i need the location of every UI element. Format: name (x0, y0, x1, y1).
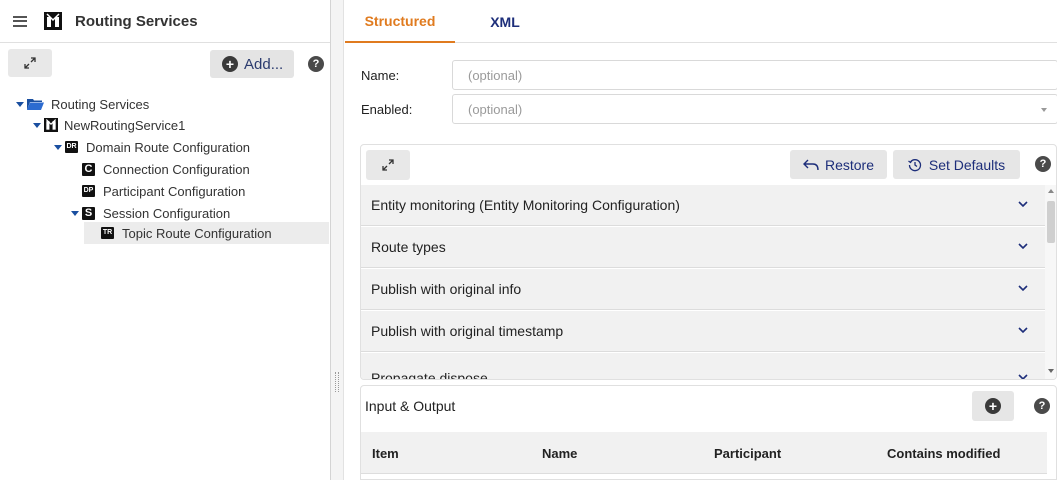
connection-icon: C (82, 162, 95, 176)
name-label: Name: (361, 67, 400, 83)
app-title: Routing Services (75, 12, 198, 30)
undo-icon (802, 159, 819, 170)
routing-service-icon (44, 118, 58, 132)
editor-tabs: Structured XML (345, 0, 1057, 43)
add-input-output-button[interactable]: + (972, 391, 1014, 421)
caret-down-icon[interactable] (33, 122, 41, 128)
chevron-down-icon (1018, 374, 1028, 379)
enabled-label: Enabled: (361, 101, 413, 117)
expand-panel-button[interactable] (8, 49, 52, 77)
chevron-down-icon (1018, 327, 1028, 334)
tree-item-label: Domain Route Configuration (86, 139, 251, 155)
input-output-panel: Input & Output + ? Item Name Participant… (360, 385, 1057, 480)
scrollbar-thumb[interactable] (1047, 201, 1055, 243)
participant-icon: DP (82, 185, 95, 197)
config-toolbar: Restore Set Defaults ? (361, 145, 1056, 185)
section-propagate-dispose[interactable]: Propagate dispose (361, 353, 1047, 380)
chevron-down-icon (1018, 201, 1028, 208)
section-label: Publish with original timestamp (371, 323, 564, 339)
name-row: Name: (optional) (345, 60, 1057, 90)
section-label: Route types (371, 239, 446, 255)
tree-item-routing-services[interactable]: Routing Services (16, 93, 149, 115)
tab-structured[interactable]: Structured (345, 0, 455, 43)
section-entity-monitoring[interactable]: Entity monitoring (Entity Monitoring Con… (361, 185, 1047, 226)
input-output-title: Input & Output (365, 398, 456, 414)
navigation-panel: Routing Services + Add... ? Routing Serv… (0, 0, 331, 480)
help-icon[interactable]: ? (308, 56, 324, 72)
plus-icon: + (222, 56, 238, 72)
scroll-down-icon[interactable] (1048, 369, 1054, 373)
tree-item-session[interactable]: S Session Configuration (71, 202, 230, 224)
dropdown-arrow-icon (1041, 108, 1047, 112)
tab-xml[interactable]: XML (455, 0, 555, 43)
column-header-contains-modified[interactable]: Contains modified (887, 446, 1000, 461)
expand-icon (24, 57, 36, 69)
set-defaults-label: Set Defaults (928, 156, 1006, 173)
domain-route-icon: DR (65, 141, 78, 153)
chevron-down-icon (1018, 243, 1028, 250)
caret-down-icon[interactable] (16, 101, 24, 107)
caret-down-icon[interactable] (54, 144, 62, 150)
section-publish-original-info[interactable]: Publish with original info (361, 269, 1047, 310)
column-header-name[interactable]: Name (542, 446, 577, 461)
caret-down-icon[interactable] (71, 210, 79, 216)
restore-label: Restore (824, 156, 875, 173)
session-icon: S (82, 206, 95, 220)
drag-handle-icon[interactable] (335, 372, 339, 392)
tree-item-connection[interactable]: C Connection Configuration (82, 158, 250, 180)
section-label: Entity monitoring (Entity Monitoring Con… (371, 197, 680, 213)
app-header: Routing Services (0, 0, 330, 43)
column-header-item[interactable]: Item (372, 446, 399, 461)
help-icon[interactable]: ? (1034, 398, 1050, 414)
tree-item-topic-route[interactable]: TR Topic Route Configuration (84, 222, 329, 244)
sections-scrollbar[interactable] (1045, 185, 1056, 379)
tree-item-routing-service[interactable]: NewRoutingService1 (33, 114, 185, 136)
tree-item-label: NewRoutingService1 (64, 117, 186, 133)
add-button-label: Add... (244, 55, 284, 73)
enabled-select[interactable]: (optional) (452, 94, 1057, 124)
history-icon (907, 158, 921, 171)
left-toolbar: + Add... ? (0, 43, 330, 83)
tree-item-label: Routing Services (51, 96, 150, 112)
menu-icon[interactable] (13, 15, 27, 27)
help-icon[interactable]: ? (1035, 156, 1051, 172)
config-tree: Routing Services NewRoutingService1 DR D… (0, 83, 330, 313)
tree-item-label: Participant Configuration (103, 183, 246, 199)
section-label: Publish with original info (371, 281, 522, 297)
name-input[interactable]: (optional) (452, 60, 1057, 90)
add-button[interactable]: + Add... (210, 50, 294, 78)
tree-item-participant[interactable]: DP Participant Configuration (82, 180, 245, 202)
expand-icon (382, 159, 394, 171)
tree-item-label: Topic Route Configuration (122, 225, 272, 241)
topic-route-icon: TR (101, 227, 114, 239)
plus-icon: + (985, 398, 1001, 414)
tree-item-label: Connection Configuration (103, 161, 250, 177)
chevron-down-icon (1018, 285, 1028, 292)
io-table-header: Item Name Participant Contains modified (361, 432, 1047, 474)
enabled-select-value: (optional) (468, 101, 523, 117)
enabled-row: Enabled: (optional) (345, 94, 1057, 124)
editor-panel: Structured XML Name: (optional) Enabled:… (345, 0, 1057, 480)
section-label: Propagate dispose (371, 370, 488, 380)
routing-service-logo-icon (44, 12, 62, 30)
restore-button[interactable]: Restore (790, 150, 887, 179)
tree-item-domain-route[interactable]: DR Domain Route Configuration (54, 136, 250, 158)
folder-open-icon (27, 99, 44, 110)
configuration-sections: Restore Set Defaults ? Entity monitoring… (360, 144, 1057, 380)
expand-sections-button[interactable] (366, 150, 410, 180)
set-defaults-button[interactable]: Set Defaults (893, 150, 1020, 179)
tree-item-label: Session Configuration (103, 205, 231, 221)
panel-splitter[interactable] (331, 0, 344, 480)
column-header-participant[interactable]: Participant (714, 446, 781, 461)
section-route-types[interactable]: Route types (361, 227, 1047, 268)
section-publish-original-timestamp[interactable]: Publish with original timestamp (361, 311, 1047, 352)
scroll-up-icon[interactable] (1048, 189, 1054, 193)
